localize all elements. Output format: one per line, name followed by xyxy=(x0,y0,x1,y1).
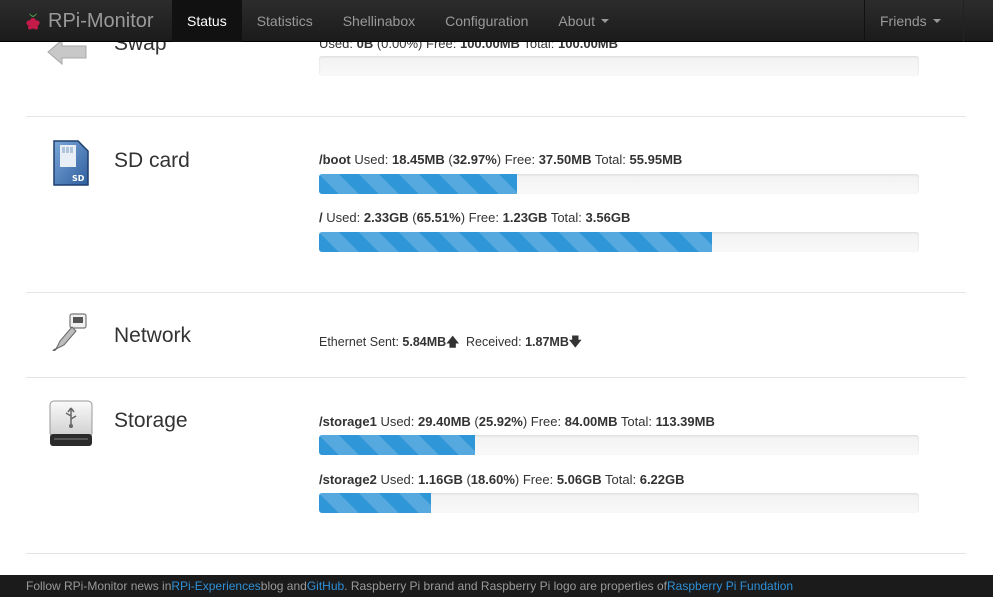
used-percent: 18.60% xyxy=(470,472,515,487)
footer-text: . Raspberry Pi brand and Raspberry Pi lo… xyxy=(344,579,668,593)
swap-progress-bar xyxy=(319,56,919,76)
free-value: 1.23GB xyxy=(502,210,548,225)
received-value: 1.87MB xyxy=(525,335,569,349)
section-title: Storage xyxy=(114,409,188,432)
nav-label: Shellinabox xyxy=(342,13,416,29)
footer: Follow RPi-Monitor news in RPi-Experienc… xyxy=(0,575,993,597)
raspberry-pi-logo-icon xyxy=(26,13,40,30)
used-percent: 25.92% xyxy=(478,414,523,429)
caret-down-icon xyxy=(600,19,609,23)
progress-fill xyxy=(319,174,517,194)
mount-usage-text: /storage1 Used: 29.40MB (25.92%) Free: 8… xyxy=(319,414,715,429)
used-value: 2.33GB xyxy=(363,210,409,225)
nav-item-status[interactable]: Status xyxy=(172,0,242,42)
network-section: Network Ethernet Sent: 5.84MB🡅 Received:… xyxy=(26,293,966,377)
total-label: Total: xyxy=(594,152,626,167)
arrow-down-icon: 🡇 xyxy=(568,335,582,349)
free-label: Free: xyxy=(522,472,554,487)
total-value: 55.95MB xyxy=(629,152,683,167)
used-value: 18.45MB xyxy=(391,152,445,167)
section-title: SD card xyxy=(114,149,190,172)
nav-item-configuration[interactable]: Configuration xyxy=(430,0,543,42)
footer-text: blog and xyxy=(260,579,307,593)
nav-label: Statistics xyxy=(256,13,313,29)
sdcard-section: SD SD card /boot Used: 18.45MB (32.97%) … xyxy=(26,117,966,292)
network-traffic-text: Ethernet Sent: 5.84MB🡅 Received: 1.87MB🡇 xyxy=(319,333,582,354)
total-label: Total: xyxy=(605,472,637,487)
free-label: Free: xyxy=(530,414,562,429)
arrow-up-icon: 🡅 xyxy=(446,335,460,349)
mount-usage-text: /boot Used: 18.45MB (32.97%) Free: 37.50… xyxy=(319,152,683,167)
mount-progress-bar xyxy=(319,174,919,194)
friends-label: Friends xyxy=(880,13,927,29)
sent-value: 5.84MB xyxy=(402,335,447,349)
section-title: Network xyxy=(114,324,192,347)
mount-name: /storage2 xyxy=(319,472,377,487)
sent-label: Ethernet Sent: xyxy=(319,335,399,349)
total-label: Total: xyxy=(620,414,652,429)
nav-item-statistics[interactable]: Statistics xyxy=(242,0,328,42)
free-value: 37.50MB xyxy=(538,152,592,167)
brand-link[interactable]: RPi-Monitor xyxy=(24,0,154,42)
used-label: Used: xyxy=(380,472,415,487)
used-value: 1.16GB xyxy=(418,472,463,487)
nav-item-about-dropdown[interactable]: About xyxy=(543,0,624,42)
used-percent: 32.97% xyxy=(452,152,497,167)
mount-name: /storage1 xyxy=(319,414,377,429)
footer-text: Follow RPi-Monitor news in xyxy=(26,579,172,593)
used-value: 29.40MB xyxy=(418,414,471,429)
raspberry-pi-fundation-link[interactable]: Raspberry Pi Fundation xyxy=(667,579,793,593)
mount-name: /boot xyxy=(319,152,351,167)
usb-drive-icon xyxy=(49,400,93,446)
brand-label: RPi-Monitor xyxy=(48,9,154,32)
progress-fill xyxy=(319,435,475,455)
nav-item-shellinabox[interactable]: Shellinabox xyxy=(328,0,430,42)
ethernet-cable-icon xyxy=(52,313,87,351)
mount-name: / xyxy=(319,210,323,225)
sd-card-icon: SD xyxy=(53,140,89,186)
free-value: 5.06GB xyxy=(556,472,602,487)
total-value: 3.56GB xyxy=(585,210,631,225)
nav-label: Status xyxy=(187,13,227,29)
friends-dropdown[interactable]: Friends xyxy=(864,0,964,42)
mount-progress-bar xyxy=(319,435,919,455)
total-value: 113.39MB xyxy=(655,414,715,429)
free-value: 84.00MB xyxy=(564,414,618,429)
progress-fill xyxy=(319,493,431,513)
caret-down-icon xyxy=(932,19,941,23)
used-percent: 65.51% xyxy=(416,210,461,225)
divider xyxy=(26,553,966,554)
used-label: Used: xyxy=(380,414,415,429)
mount-progress-bar xyxy=(319,232,919,252)
storage-section: Storage /storage1 Used: 29.40MB (25.92%)… xyxy=(26,378,966,553)
mount-usage-text: /storage2 Used: 1.16GB (18.60%) Free: 5.… xyxy=(319,472,685,487)
free-label: Free: xyxy=(504,152,536,167)
svg-text:SD: SD xyxy=(72,174,85,183)
main-nav: Status Statistics Shellinabox Configurat… xyxy=(172,0,624,42)
nav-label: About xyxy=(558,13,595,29)
total-label: Total: xyxy=(550,210,582,225)
used-label: Used: xyxy=(354,152,389,167)
free-label: Free: xyxy=(468,210,499,225)
github-link[interactable]: GitHub xyxy=(307,579,344,593)
nav-label: Configuration xyxy=(445,13,529,29)
rpi-experiences-link[interactable]: RPi-Experiences xyxy=(171,579,260,593)
mount-progress-bar xyxy=(319,493,919,513)
used-label: Used: xyxy=(326,210,361,225)
progress-fill xyxy=(319,232,713,252)
received-label: Received: xyxy=(466,335,522,349)
mount-usage-text: / Used: 2.33GB (65.51%) Free: 1.23GB Tot… xyxy=(319,210,631,225)
navbar: RPi-Monitor Status Statistics Shellinabo… xyxy=(0,0,993,42)
total-value: 6.22GB xyxy=(639,472,685,487)
